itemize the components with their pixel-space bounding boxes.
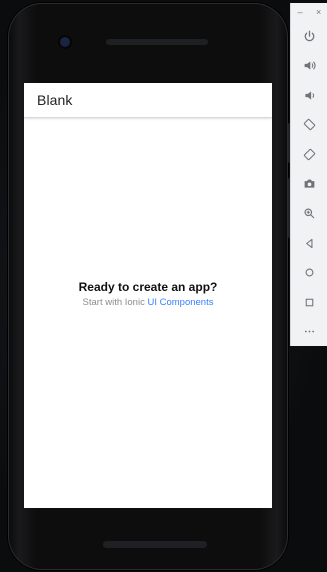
screenshot-button[interactable]: [297, 173, 321, 193]
volume-down-icon: [304, 90, 314, 100]
empty-state-headline: Ready to create an app?: [78, 280, 218, 294]
more-icon: [304, 330, 314, 332]
ui-components-link[interactable]: UI Components: [147, 297, 213, 308]
app-content: Ready to create an app? Start with Ionic…: [24, 118, 272, 508]
top-speaker: [106, 39, 208, 45]
power-button[interactable]: [297, 26, 321, 46]
overview-button[interactable]: [297, 292, 321, 312]
rotate-right-icon: [303, 148, 315, 160]
power-icon: [304, 30, 314, 41]
empty-state-subline: Start with Ionic UI Components: [24, 297, 272, 308]
app-screen: Blank Ready to create an app? Start with…: [24, 83, 272, 508]
volume-up-button[interactable]: [297, 55, 321, 75]
front-camera: [60, 37, 70, 47]
bottom-speaker: [103, 541, 207, 548]
toolbar-title: Blank: [37, 92, 73, 108]
home-button[interactable]: [297, 262, 321, 282]
app-toolbar: Blank: [24, 83, 272, 118]
empty-state: Ready to create an app? Start with Ionic…: [24, 280, 272, 308]
close-button[interactable]: ×: [316, 7, 321, 17]
zoom-button[interactable]: [297, 203, 321, 223]
camera-icon: [304, 179, 314, 188]
rotate-left-button[interactable]: [297, 114, 321, 134]
volume-up-icon: [304, 60, 316, 70]
panel-window-controls: – ×: [291, 3, 327, 21]
rotate-left-icon: [303, 118, 315, 130]
back-icon: [305, 238, 312, 248]
volume-down-button[interactable]: [297, 85, 321, 105]
more-button[interactable]: [297, 321, 321, 341]
rotate-right-button[interactable]: [297, 144, 321, 164]
zoom-icon: [303, 207, 314, 218]
home-icon: [305, 268, 313, 276]
overview-icon: [305, 298, 313, 306]
minimize-button[interactable]: –: [298, 7, 303, 17]
emulator-side-panel: – ×: [290, 3, 327, 346]
subline-prefix: Start with Ionic: [82, 297, 145, 308]
back-button[interactable]: [297, 233, 321, 253]
